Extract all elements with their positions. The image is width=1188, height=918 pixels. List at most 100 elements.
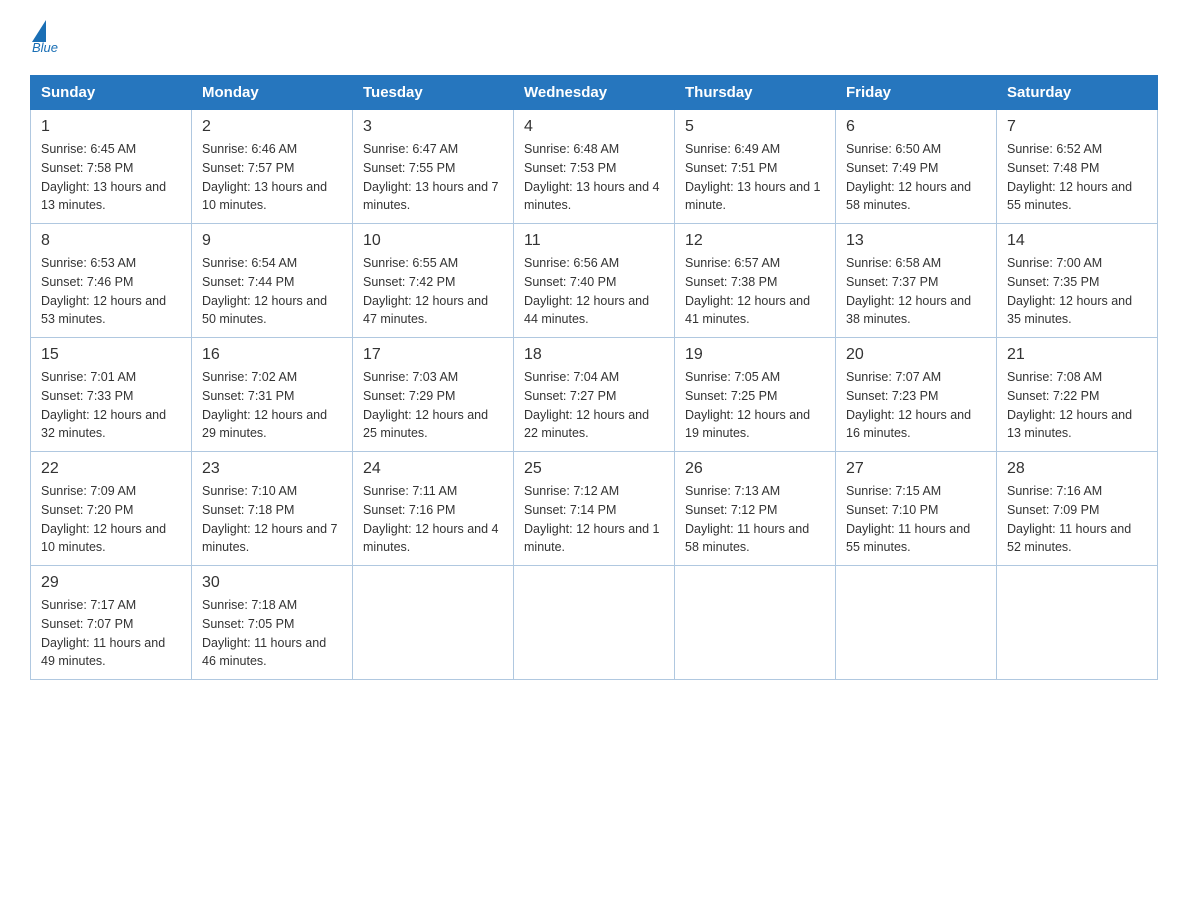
day-cell: [514, 566, 675, 680]
day-info: Sunrise: 6:50 AMSunset: 7:49 PMDaylight:…: [846, 140, 986, 215]
day-cell: 20 Sunrise: 7:07 AMSunset: 7:23 PMDayligh…: [836, 338, 997, 452]
day-info: Sunrise: 6:47 AMSunset: 7:55 PMDaylight:…: [363, 140, 503, 215]
logo: Blue: [30, 20, 58, 55]
day-number: 6: [846, 118, 986, 136]
day-number: 10: [363, 232, 503, 250]
day-info: Sunrise: 7:07 AMSunset: 7:23 PMDaylight:…: [846, 368, 986, 443]
day-info: Sunrise: 6:49 AMSunset: 7:51 PMDaylight:…: [685, 140, 825, 215]
day-info: Sunrise: 6:56 AMSunset: 7:40 PMDaylight:…: [524, 254, 664, 329]
day-number: 18: [524, 346, 664, 364]
day-cell: 1Sunrise: 6:45 AMSunset: 7:58 PMDaylight…: [31, 110, 192, 224]
header-monday: Monday: [192, 76, 353, 110]
day-cell: 18 Sunrise: 7:04 AMSunset: 7:27 PMDayligh…: [514, 338, 675, 452]
day-info: Sunrise: 6:52 AMSunset: 7:48 PMDaylight:…: [1007, 140, 1147, 215]
day-cell: 17 Sunrise: 7:03 AMSunset: 7:29 PMDayligh…: [353, 338, 514, 452]
day-number: 11: [524, 232, 664, 250]
day-cell: 12 Sunrise: 6:57 AMSunset: 7:38 PMDayligh…: [675, 224, 836, 338]
day-number: 27: [846, 460, 986, 478]
day-cell: 14Sunrise: 7:00 AMSunset: 7:35 PMDayligh…: [997, 224, 1158, 338]
day-cell: 26 Sunrise: 7:13 AMSunset: 7:12 PMDayligh…: [675, 452, 836, 566]
day-cell: [836, 566, 997, 680]
day-number: 23: [202, 460, 342, 478]
week-row-1: 1Sunrise: 6:45 AMSunset: 7:58 PMDaylight…: [31, 110, 1158, 224]
week-row-3: 15Sunrise: 7:01 AMSunset: 7:33 PMDayligh…: [31, 338, 1158, 452]
day-info: Sunrise: 6:57 AMSunset: 7:38 PMDaylight:…: [685, 254, 825, 329]
day-number: 21: [1007, 346, 1147, 364]
day-cell: 22 Sunrise: 7:09 AMSunset: 7:20 PMDayligh…: [31, 452, 192, 566]
day-info: Sunrise: 7:09 AMSunset: 7:20 PMDaylight:…: [41, 482, 181, 557]
day-number: 9: [202, 232, 342, 250]
day-info: Sunrise: 7:18 AMSunset: 7:05 PMDaylight:…: [202, 596, 342, 671]
day-info: Sunrise: 7:16 AMSunset: 7:09 PMDaylight:…: [1007, 482, 1147, 557]
day-cell: 30 Sunrise: 7:18 AMSunset: 7:05 PMDayligh…: [192, 566, 353, 680]
day-number: 20: [846, 346, 986, 364]
header-wednesday: Wednesday: [514, 76, 675, 110]
day-number: 4: [524, 118, 664, 136]
day-number: 29: [41, 574, 181, 592]
calendar-header: SundayMondayTuesdayWednesdayThursdayFrid…: [31, 76, 1158, 110]
logo-text: [30, 20, 48, 42]
day-cell: 9 Sunrise: 6:54 AMSunset: 7:44 PMDaylight…: [192, 224, 353, 338]
day-cell: 16 Sunrise: 7:02 AMSunset: 7:31 PMDayligh…: [192, 338, 353, 452]
day-info: Sunrise: 6:55 AMSunset: 7:42 PMDaylight:…: [363, 254, 503, 329]
day-info: Sunrise: 7:02 AMSunset: 7:31 PMDaylight:…: [202, 368, 342, 443]
day-cell: 11 Sunrise: 6:56 AMSunset: 7:40 PMDayligh…: [514, 224, 675, 338]
header-tuesday: Tuesday: [353, 76, 514, 110]
day-number: 30: [202, 574, 342, 592]
day-cell: 19 Sunrise: 7:05 AMSunset: 7:25 PMDayligh…: [675, 338, 836, 452]
week-row-4: 22 Sunrise: 7:09 AMSunset: 7:20 PMDayligh…: [31, 452, 1158, 566]
day-number: 25: [524, 460, 664, 478]
day-cell: [997, 566, 1158, 680]
week-row-5: 29Sunrise: 7:17 AMSunset: 7:07 PMDayligh…: [31, 566, 1158, 680]
day-number: 3: [363, 118, 503, 136]
day-number: 17: [363, 346, 503, 364]
day-cell: 23Sunrise: 7:10 AMSunset: 7:18 PMDayligh…: [192, 452, 353, 566]
day-cell: [353, 566, 514, 680]
header-saturday: Saturday: [997, 76, 1158, 110]
week-row-2: 8Sunrise: 6:53 AMSunset: 7:46 PMDaylight…: [31, 224, 1158, 338]
day-number: 13: [846, 232, 986, 250]
day-info: Sunrise: 6:58 AMSunset: 7:37 PMDaylight:…: [846, 254, 986, 329]
day-info: Sunrise: 6:46 AMSunset: 7:57 PMDaylight:…: [202, 140, 342, 215]
header-thursday: Thursday: [675, 76, 836, 110]
day-info: Sunrise: 6:54 AMSunset: 7:44 PMDaylight:…: [202, 254, 342, 329]
day-number: 26: [685, 460, 825, 478]
day-cell: [675, 566, 836, 680]
day-cell: 21 Sunrise: 7:08 AMSunset: 7:22 PMDayligh…: [997, 338, 1158, 452]
calendar-table: SundayMondayTuesdayWednesdayThursdayFrid…: [30, 75, 1158, 680]
day-cell: 15Sunrise: 7:01 AMSunset: 7:33 PMDayligh…: [31, 338, 192, 452]
day-number: 5: [685, 118, 825, 136]
day-cell: 6 Sunrise: 6:50 AMSunset: 7:49 PMDaylight…: [836, 110, 997, 224]
header-sunday: Sunday: [31, 76, 192, 110]
day-cell: 28 Sunrise: 7:16 AMSunset: 7:09 PMDayligh…: [997, 452, 1158, 566]
day-number: 19: [685, 346, 825, 364]
day-cell: 5 Sunrise: 6:49 AMSunset: 7:51 PMDaylight…: [675, 110, 836, 224]
day-info: Sunrise: 7:01 AMSunset: 7:33 PMDaylight:…: [41, 368, 181, 443]
day-cell: 13 Sunrise: 6:58 AMSunset: 7:37 PMDayligh…: [836, 224, 997, 338]
day-cell: 25 Sunrise: 7:12 AMSunset: 7:14 PMDayligh…: [514, 452, 675, 566]
day-info: Sunrise: 7:03 AMSunset: 7:29 PMDaylight:…: [363, 368, 503, 443]
header-friday: Friday: [836, 76, 997, 110]
day-cell: 27 Sunrise: 7:15 AMSunset: 7:10 PMDayligh…: [836, 452, 997, 566]
day-number: 12: [685, 232, 825, 250]
day-info: Sunrise: 7:15 AMSunset: 7:10 PMDaylight:…: [846, 482, 986, 557]
day-cell: 10 Sunrise: 6:55 AMSunset: 7:42 PMDayligh…: [353, 224, 514, 338]
day-number: 28: [1007, 460, 1147, 478]
day-cell: 2Sunrise: 6:46 AMSunset: 7:57 PMDaylight…: [192, 110, 353, 224]
day-info: Sunrise: 7:13 AMSunset: 7:12 PMDaylight:…: [685, 482, 825, 557]
day-info: Sunrise: 7:04 AMSunset: 7:27 PMDaylight:…: [524, 368, 664, 443]
day-cell: 4Sunrise: 6:48 AMSunset: 7:53 PMDaylight…: [514, 110, 675, 224]
day-info: Sunrise: 7:08 AMSunset: 7:22 PMDaylight:…: [1007, 368, 1147, 443]
header: Blue: [30, 20, 1158, 55]
day-cell: 3 Sunrise: 6:47 AMSunset: 7:55 PMDaylight…: [353, 110, 514, 224]
day-number: 22: [41, 460, 181, 478]
day-info: Sunrise: 7:05 AMSunset: 7:25 PMDaylight:…: [685, 368, 825, 443]
day-info: Sunrise: 7:12 AMSunset: 7:14 PMDaylight:…: [524, 482, 664, 557]
day-cell: 7Sunrise: 6:52 AMSunset: 7:48 PMDaylight…: [997, 110, 1158, 224]
logo-underline: Blue: [32, 40, 58, 55]
day-cell: 29Sunrise: 7:17 AMSunset: 7:07 PMDayligh…: [31, 566, 192, 680]
day-cell: 24Sunrise: 7:11 AMSunset: 7:16 PMDayligh…: [353, 452, 514, 566]
day-number: 16: [202, 346, 342, 364]
day-info: Sunrise: 6:53 AMSunset: 7:46 PMDaylight:…: [41, 254, 181, 329]
day-info: Sunrise: 7:11 AMSunset: 7:16 PMDaylight:…: [363, 482, 503, 557]
